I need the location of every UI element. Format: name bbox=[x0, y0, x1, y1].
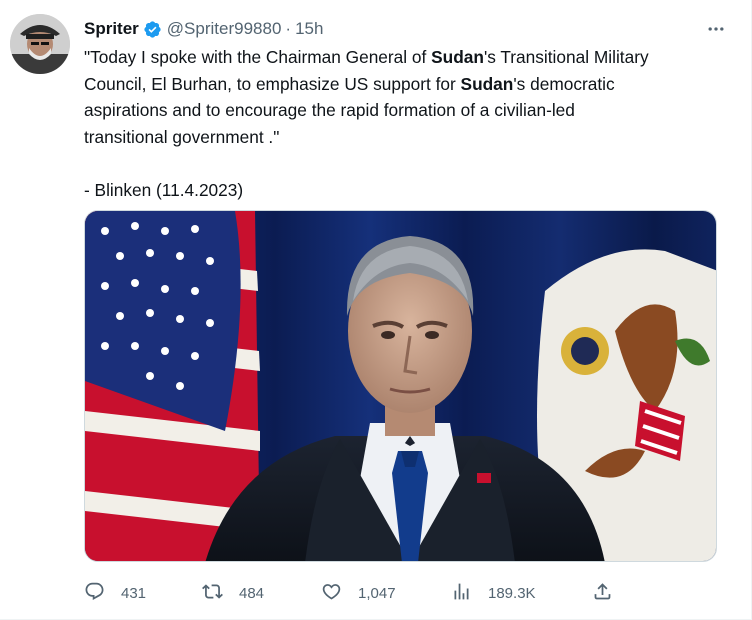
author-name[interactable]: Spriter bbox=[84, 19, 139, 39]
tweet-photo[interactable] bbox=[84, 210, 717, 562]
separator-dot: · bbox=[285, 19, 292, 38]
tweet-actions: 431 484 1,047 189.3K bbox=[84, 575, 644, 611]
highlighted-keyword: Sudan bbox=[460, 73, 514, 94]
like-button[interactable]: 1,047 bbox=[321, 575, 396, 611]
tweet-attribution: - Blinken (11.4.2023) bbox=[84, 179, 244, 200]
tweet-text-line: aspirations and to encourage the rapid f… bbox=[84, 100, 575, 120]
tweet-header: Spriter @Spriter99880 · 15h bbox=[84, 17, 731, 41]
tweet-timestamp[interactable]: 15h bbox=[295, 19, 323, 39]
reply-count: 431 bbox=[121, 584, 147, 602]
tweet-text: "Today I spoke with the Chairman General… bbox=[84, 44, 734, 203]
share-icon bbox=[592, 581, 613, 606]
share-button[interactable] bbox=[592, 575, 613, 611]
retweet-icon bbox=[202, 581, 223, 606]
highlighted-keyword: Sudan bbox=[431, 47, 484, 67]
retweet-count: 484 bbox=[239, 584, 265, 602]
author-handle[interactable]: @Spriter99880 bbox=[167, 19, 282, 39]
like-count: 1,047 bbox=[358, 584, 396, 602]
verified-badge-icon bbox=[143, 20, 162, 39]
text-segment: "Today I spoke with the Chairman General… bbox=[84, 47, 432, 67]
avatar[interactable] bbox=[10, 14, 70, 74]
like-icon bbox=[321, 581, 342, 606]
tweet-text-line: transitional government ." bbox=[84, 126, 280, 147]
text-segment: 's Transitional Military bbox=[483, 47, 649, 67]
views-button[interactable]: 189.3K bbox=[451, 575, 536, 611]
tweet-text-line: "Today I spoke with the Chairman General… bbox=[84, 44, 734, 71]
more-icon[interactable] bbox=[703, 17, 729, 41]
reply-icon bbox=[84, 581, 105, 606]
text-segment: 's democratic bbox=[513, 73, 615, 94]
views-icon bbox=[451, 581, 472, 606]
retweet-button[interactable]: 484 bbox=[202, 575, 264, 611]
reply-button[interactable]: 431 bbox=[84, 575, 146, 611]
tweet-card[interactable]: Spriter @Spriter99880 · 15h "Today I spo… bbox=[0, 0, 752, 620]
views-count: 189.3K bbox=[488, 584, 536, 602]
tweet-text-line: Council, El Burhan, to emphasize US supp… bbox=[84, 71, 734, 98]
text-segment: Council, El Burhan, to emphasize US supp… bbox=[84, 73, 461, 94]
